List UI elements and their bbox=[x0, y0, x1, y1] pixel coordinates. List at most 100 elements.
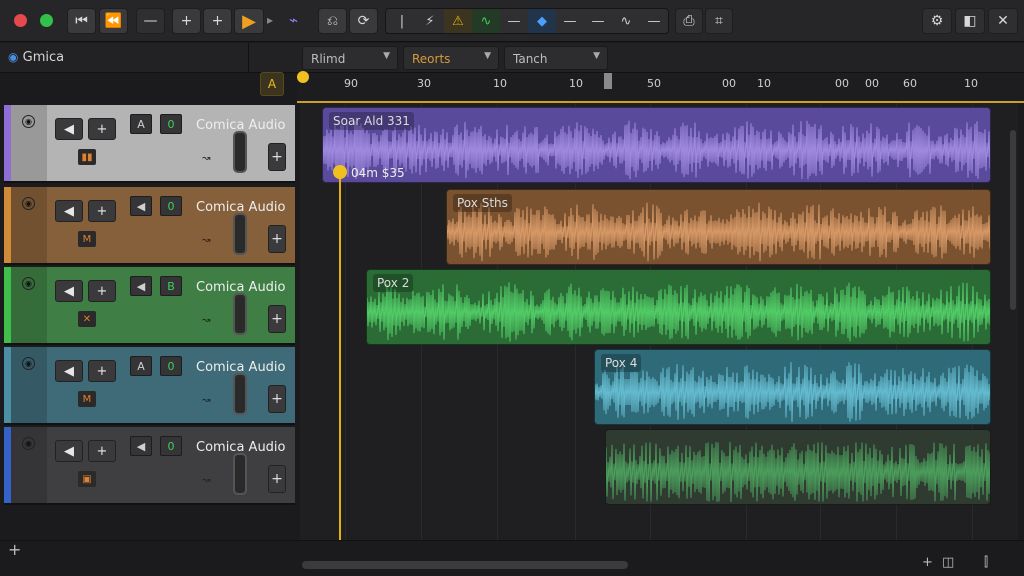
fader-button[interactable]: + bbox=[268, 143, 286, 171]
add-track-button[interactable]: + bbox=[8, 540, 21, 559]
volume-knob[interactable] bbox=[233, 453, 247, 495]
fader-button[interactable]: + bbox=[268, 305, 286, 333]
settings-button[interactable]: ⚙ bbox=[922, 8, 952, 34]
dropdown-2[interactable]: Reorts ▼ bbox=[403, 46, 499, 70]
track-add-button[interactable]: + bbox=[88, 440, 116, 462]
rewind-button[interactable]: ⏪ bbox=[99, 8, 128, 34]
play-button[interactable]: ▶ bbox=[234, 8, 264, 34]
fader-button[interactable]: + bbox=[268, 385, 286, 413]
volume-knob[interactable] bbox=[233, 373, 247, 415]
pan-icon[interactable]: ↝ bbox=[202, 475, 210, 486]
solo-button[interactable]: B bbox=[160, 276, 182, 296]
mute-button[interactable]: ◀ bbox=[130, 196, 152, 216]
track-back-button[interactable]: ◀ bbox=[55, 360, 83, 382]
track-mode-icon[interactable]: M bbox=[78, 231, 96, 247]
fader-button[interactable]: + bbox=[268, 225, 286, 253]
playhead[interactable] bbox=[339, 170, 341, 570]
record-enable-icon[interactable]: ◉ bbox=[22, 277, 35, 290]
arrangement-area[interactable]: Soar Ald 331 04m $35 Pox Sths Pox 2 Pox 4 bbox=[300, 103, 1018, 540]
flash-tool[interactable]: ⚡ bbox=[416, 9, 444, 33]
view-button[interactable]: ◧ bbox=[955, 8, 985, 34]
audio-region[interactable] bbox=[605, 429, 991, 505]
zoom-light-icon[interactable] bbox=[40, 14, 53, 27]
track-mode-icon[interactable]: M bbox=[78, 391, 96, 407]
solo-button[interactable]: 0 bbox=[160, 114, 182, 134]
mute-button[interactable]: A bbox=[130, 114, 152, 134]
plus-icon: + bbox=[211, 13, 224, 29]
toolbar: ⏮ ⏪ — + + ▶ ▸ ⌁ ⎌ ⟳ | ⚡ ⚠ ∿ — ◆ — — ∿ — … bbox=[0, 0, 1024, 42]
mute-button[interactable]: A bbox=[130, 356, 152, 376]
playhead-handle-icon[interactable] bbox=[297, 71, 309, 83]
track-mode-icon[interactable]: ▮▮ bbox=[78, 149, 96, 165]
next-marker-icon[interactable]: ▸ bbox=[267, 13, 273, 27]
pan-icon[interactable]: ↝ bbox=[202, 315, 210, 326]
wave-tool[interactable]: ∿ bbox=[612, 9, 640, 33]
audio-region[interactable]: Soar Ald 331 04m $35 bbox=[322, 107, 991, 183]
pointer-tool[interactable]: | bbox=[388, 9, 416, 33]
waveform-icon[interactable]: ⌁ bbox=[289, 11, 298, 29]
close-panel-button[interactable]: ✕ bbox=[988, 8, 1018, 34]
skip-back-button[interactable]: ⏮ bbox=[67, 8, 96, 34]
track-back-button[interactable]: ◀ bbox=[55, 118, 83, 140]
loop-marker[interactable] bbox=[604, 73, 612, 89]
export-button[interactable]: ⎙ bbox=[675, 8, 703, 34]
audio-region[interactable]: Pox Sths bbox=[446, 189, 991, 265]
pan-icon[interactable]: ↝ bbox=[202, 395, 210, 406]
record-enable-icon[interactable]: ◉ bbox=[22, 197, 35, 210]
add-button-2[interactable]: + bbox=[203, 8, 232, 34]
track-add-button[interactable]: + bbox=[88, 200, 116, 222]
add-button[interactable]: + bbox=[172, 8, 201, 34]
record-enable-icon[interactable]: ◉ bbox=[22, 115, 35, 128]
pan-icon[interactable]: ↝ bbox=[202, 153, 210, 164]
solo-button[interactable]: 0 bbox=[160, 196, 182, 216]
volume-knob[interactable] bbox=[233, 213, 247, 255]
add-icon[interactable]: + bbox=[922, 555, 933, 570]
track-add-button[interactable]: + bbox=[88, 360, 116, 382]
smart-tool[interactable]: ◆ bbox=[528, 9, 556, 33]
cycle-button[interactable]: ⟳ bbox=[349, 8, 378, 34]
line-tool-2[interactable]: — bbox=[556, 9, 584, 33]
columns-icon[interactable]: ⫿ bbox=[984, 555, 988, 570]
capture-button[interactable]: ⎌ bbox=[318, 8, 347, 34]
track-back-button[interactable]: ◀ bbox=[55, 280, 83, 302]
timeline-ruler[interactable]: 90 30 10 10 50 00 10 00 00 60 10 bbox=[297, 73, 1024, 103]
track-back-button[interactable]: ◀ bbox=[55, 440, 83, 462]
record-enable-icon[interactable]: ◉ bbox=[22, 437, 35, 450]
mute-button[interactable]: ◀ bbox=[130, 276, 152, 296]
horizontal-scrollbar[interactable] bbox=[302, 561, 628, 569]
record-enable-icon[interactable]: ◉ bbox=[22, 357, 35, 370]
grid-button[interactable]: ⌗ bbox=[705, 8, 733, 34]
line-tool-4[interactable]: — bbox=[640, 9, 668, 33]
audio-region[interactable]: Pox 4 bbox=[594, 349, 991, 425]
volume-knob[interactable] bbox=[233, 131, 247, 173]
dropdown-1[interactable]: Rlimd ▼ bbox=[302, 46, 398, 70]
track-header[interactable]: ◉ ◀ + M ◀ 0 Comica Audio ↝ + bbox=[4, 187, 295, 265]
dropdown-3[interactable]: Tanch ▼ bbox=[504, 46, 608, 70]
vertical-scrollbar[interactable] bbox=[1010, 130, 1016, 310]
volume-knob[interactable] bbox=[233, 293, 247, 335]
track-mode-icon[interactable]: ▣ bbox=[78, 471, 96, 487]
fader-button[interactable]: + bbox=[268, 465, 286, 493]
track-back-button[interactable]: ◀ bbox=[55, 200, 83, 222]
display-icon[interactable]: ◫ bbox=[942, 555, 954, 570]
mute-button[interactable]: ◀ bbox=[130, 436, 152, 456]
line-tool[interactable]: — bbox=[500, 9, 528, 33]
solo-button[interactable]: 0 bbox=[160, 356, 182, 376]
marker-button[interactable]: A bbox=[260, 72, 284, 96]
audio-region[interactable]: Pox 2 bbox=[366, 269, 991, 345]
track-mode-icon[interactable]: ✕ bbox=[78, 311, 96, 327]
automation-tool[interactable]: ∿ bbox=[472, 9, 500, 33]
minus-button[interactable]: — bbox=[136, 8, 165, 34]
track-header[interactable]: ◉ ◀ + ✕ ◀ B Comica Audio ↝ + bbox=[4, 267, 295, 345]
line-tool-3[interactable]: — bbox=[584, 9, 612, 33]
pan-icon[interactable]: ↝ bbox=[202, 235, 210, 246]
track-header[interactable]: ◉ ◀ + ▣ ◀ 0 Comica Audio ↝ + bbox=[4, 427, 295, 505]
close-light-icon[interactable] bbox=[14, 14, 27, 27]
playhead-knob-icon[interactable] bbox=[333, 165, 347, 179]
track-header[interactable]: ◉ ◀ + M A 0 Comica Audio ↝ + bbox=[4, 347, 295, 425]
track-header[interactable]: ◉ ◀ + ▮▮ A 0 Comica Audio ↝ + bbox=[4, 105, 295, 183]
track-add-button[interactable]: + bbox=[88, 118, 116, 140]
warning-tool[interactable]: ⚠ bbox=[444, 9, 472, 33]
solo-button[interactable]: 0 bbox=[160, 436, 182, 456]
track-add-button[interactable]: + bbox=[88, 280, 116, 302]
